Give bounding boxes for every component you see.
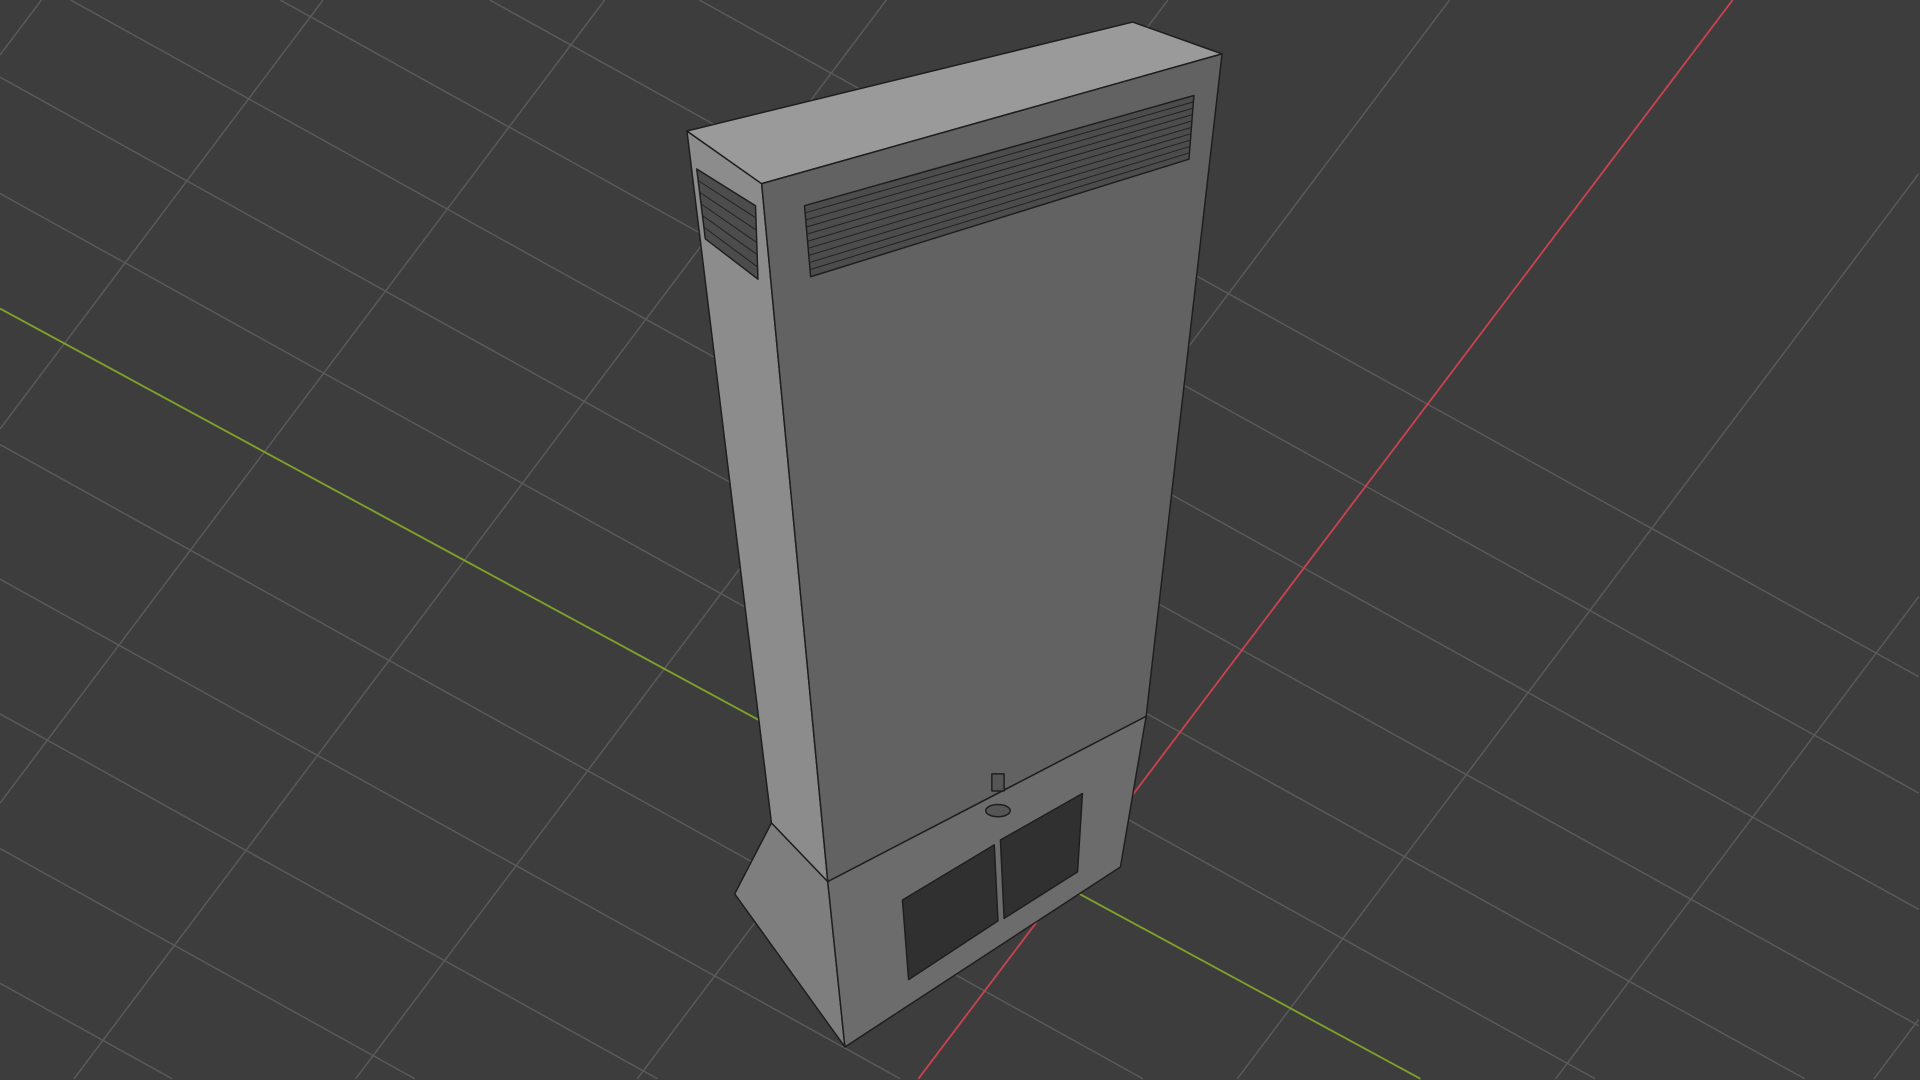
grid-line [0, 713, 658, 1080]
grid-line [1236, 173, 1920, 1080]
control-knob [984, 803, 1011, 818]
3d-viewport[interactable] [0, 0, 1920, 1080]
grid-line [1555, 596, 1920, 1080]
grid-line [0, 982, 173, 1080]
control-switch [991, 773, 1005, 792]
grid-line [0, 847, 416, 1080]
y-axis-line [0, 307, 1421, 1080]
grid-line [0, 0, 606, 804]
grid-line [1873, 1018, 1920, 1080]
air-conditioner-model[interactable] [686, 21, 1223, 1048]
grid-line [0, 0, 42, 56]
grid-line [0, 0, 324, 430]
